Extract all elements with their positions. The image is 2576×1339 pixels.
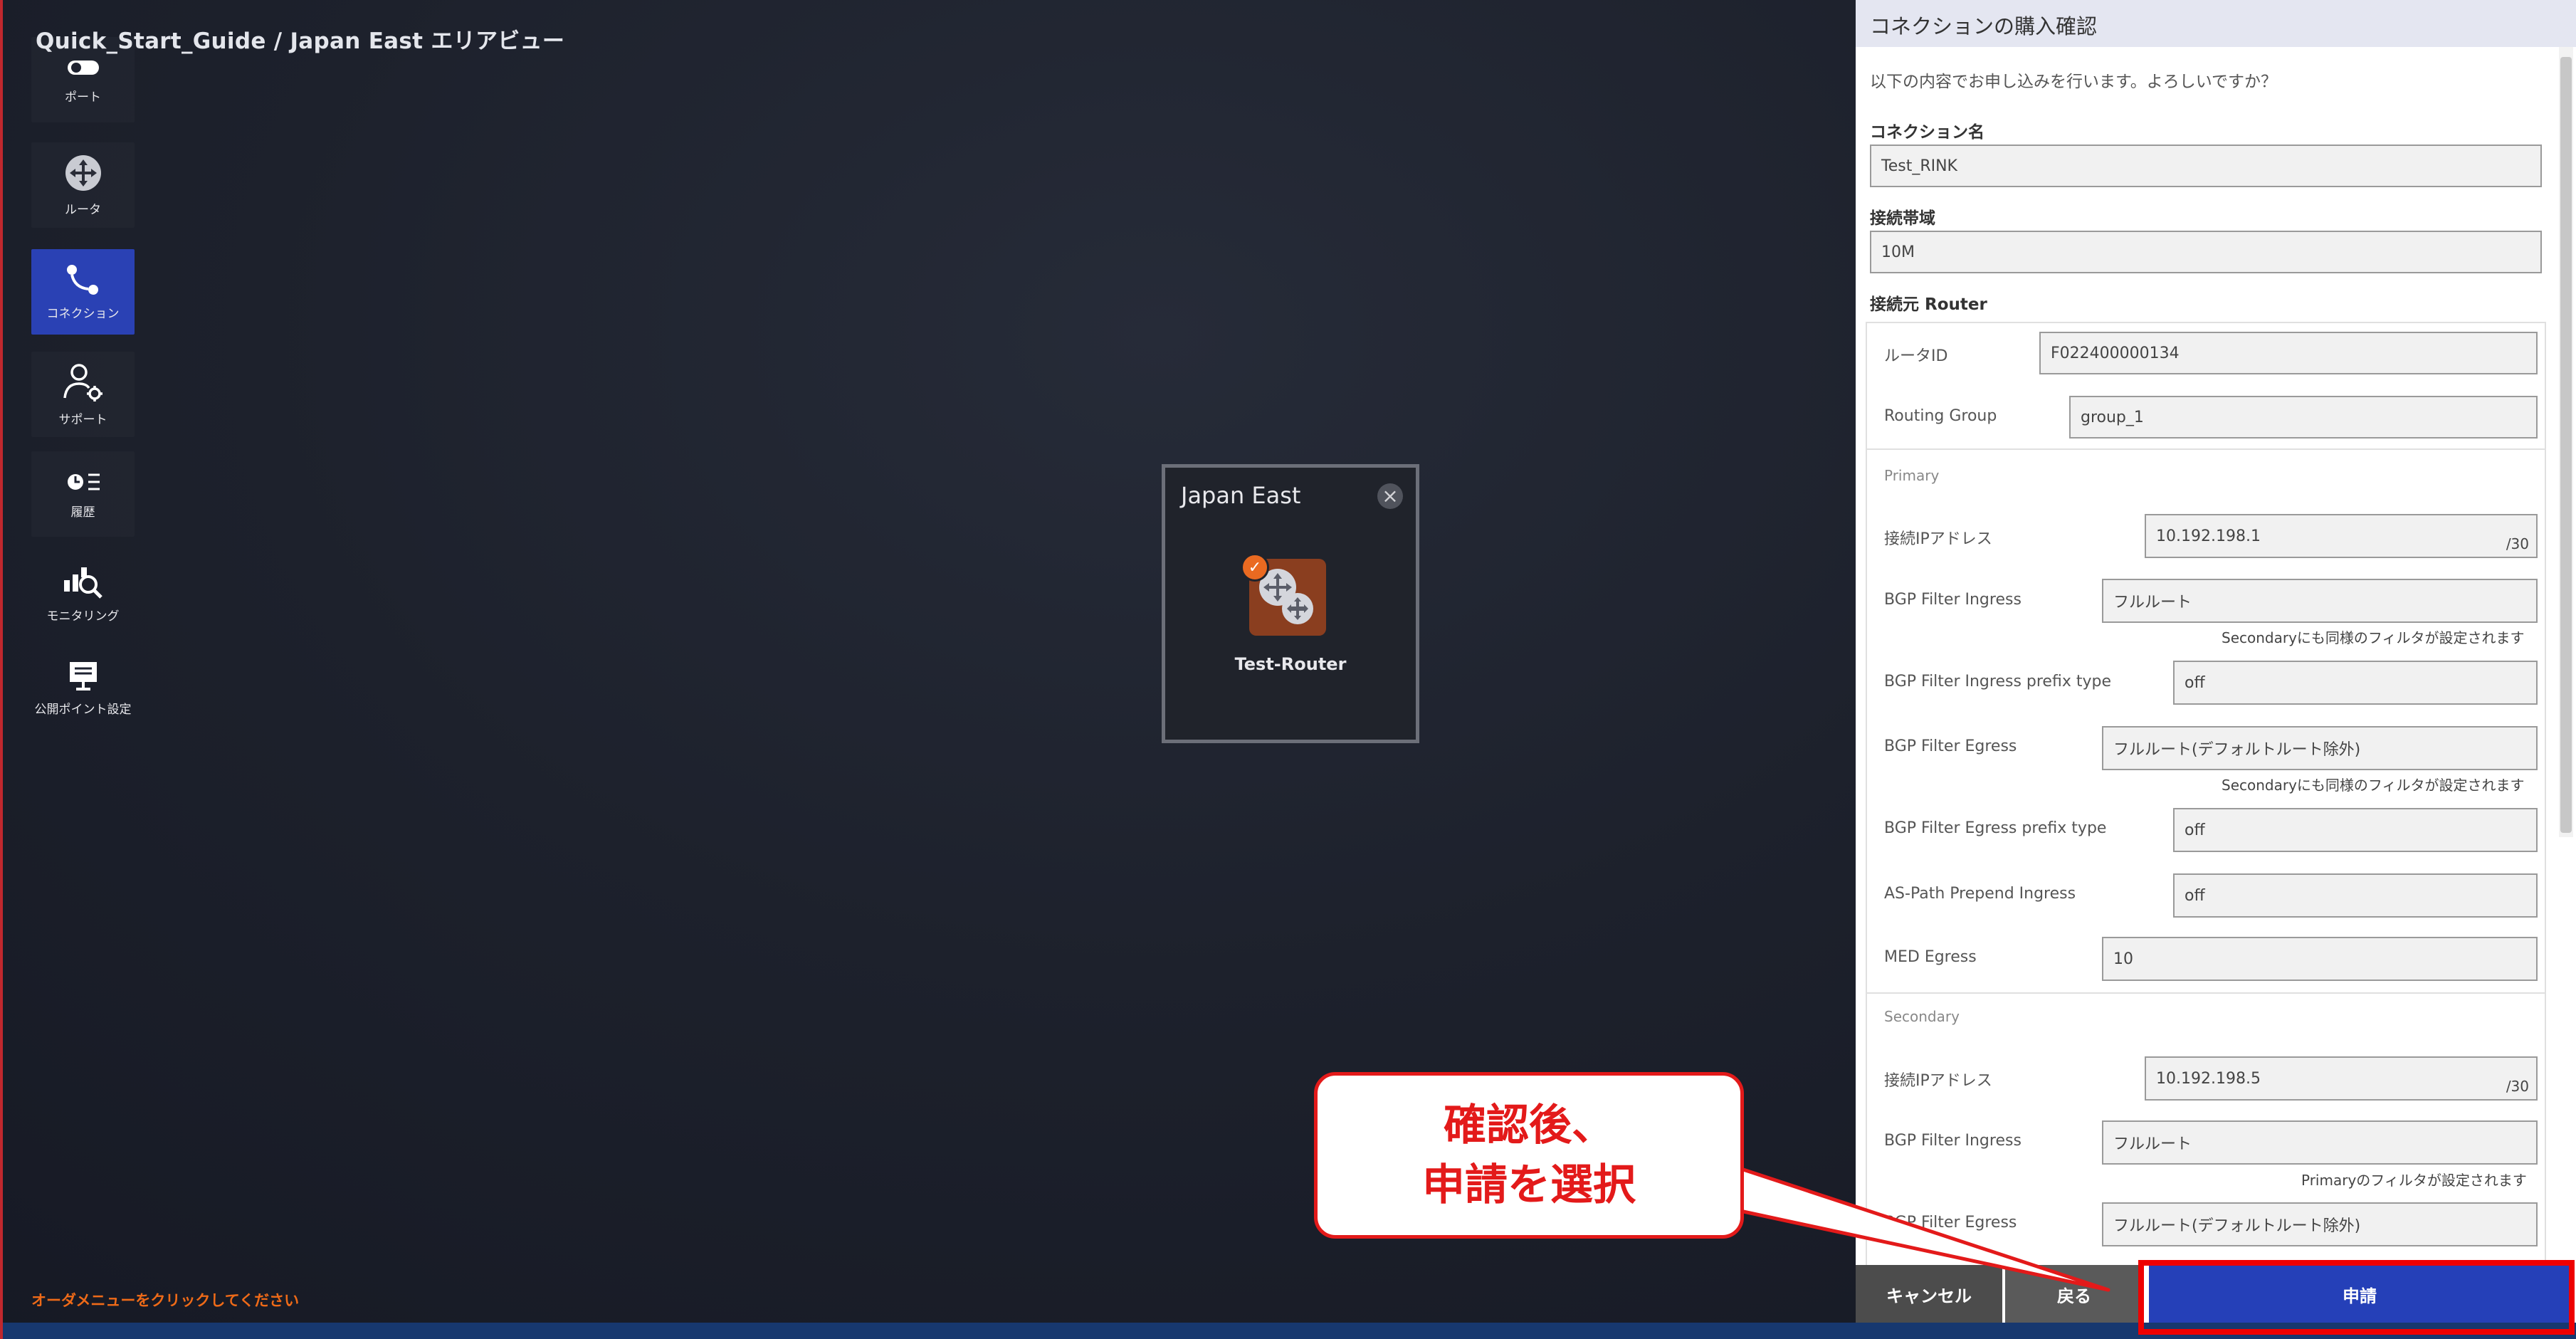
primary-filter-egress-prefix-field[interactable]: off: [2173, 808, 2538, 852]
secondary-filter-egress-label: BGP Filter Egress: [1884, 1214, 2017, 1232]
connection-icon: [65, 263, 102, 296]
router-id-label: ルータID: [1884, 347, 1948, 365]
secondary-ip-label: 接続IPアドレス: [1884, 1072, 1992, 1090]
router-icon: [64, 154, 102, 192]
sidebar-item-label: ポート: [65, 90, 101, 105]
sidebar-item-label: ルータ: [65, 202, 101, 217]
field-value: F022400000134: [2051, 344, 2180, 362]
sidebar-item-monitoring[interactable]: モニタリング: [31, 550, 135, 635]
submit-highlight-box: [2138, 1260, 2575, 1335]
routing-group-field[interactable]: group_1: [2069, 396, 2538, 439]
area-box-japan-east: Japan East × ✓ Test-Router: [1162, 464, 1419, 743]
field-value: 10: [2113, 950, 2133, 968]
app-window: Quick_Start_Guide / Japan East エリアビュー ポー…: [0, 0, 2576, 1339]
secondary-filter-ingress-field[interactable]: フルルート: [2102, 1120, 2538, 1165]
cancel-button[interactable]: キャンセル: [1856, 1265, 2002, 1324]
scrollbar-thumb[interactable]: [2560, 57, 2572, 833]
callout-line-1: 確認後、: [1444, 1101, 1614, 1150]
panel-header: コネクションの購入確認: [1856, 0, 2576, 47]
sidebar-item-label: 履歴: [70, 505, 95, 520]
primary-filter-ingress-prefix-field[interactable]: off: [2173, 661, 2538, 705]
primary-filter-egress-label: BGP Filter Egress: [1884, 737, 2017, 755]
field-value: フルルート: [2113, 1135, 2192, 1153]
secondary-caption: Secondary: [1884, 1008, 1960, 1025]
field-value: フルルート: [2113, 594, 2192, 611]
sidebar-item-support[interactable]: サポート: [31, 352, 135, 437]
close-icon[interactable]: ×: [1377, 483, 1403, 509]
primary-filter-egress-prefix-label: BGP Filter Egress prefix type: [1884, 819, 2107, 837]
field-value: フルルート(デフォルトルート除外): [2113, 1217, 2361, 1235]
sidebar-item-label: サポート: [58, 412, 107, 427]
ip-suffix: /30: [2506, 1078, 2529, 1095]
sidebar-item-connection[interactable]: コネクション: [31, 249, 135, 335]
secondary-ip-field[interactable]: 10.192.198.5/30: [2145, 1056, 2538, 1101]
field-value: 10.192.198.5: [2156, 1069, 2261, 1088]
sidebar-item-port[interactable]: ポート: [31, 37, 135, 122]
router-label: Test-Router: [1234, 654, 1347, 674]
connection-name-label: コネクション名: [1870, 123, 1984, 142]
sidebar-item-label: 公開ポイント設定: [34, 702, 132, 717]
sidebar-item-router[interactable]: ルータ: [31, 142, 135, 228]
primary-filter-ingress-prefix-label: BGP Filter Ingress prefix type: [1884, 673, 2111, 690]
bandwidth-field[interactable]: 10M: [1870, 231, 2542, 273]
callout-line-2: 申請を選択: [1422, 1160, 1636, 1210]
secondary-filter-ingress-note: Primaryのフィルタが設定されます: [2301, 1172, 2527, 1189]
primary-filter-egress-field[interactable]: フルルート(デフォルトルート除外): [2102, 726, 2538, 770]
primary-filter-ingress-label: BGP Filter Ingress: [1884, 591, 2022, 609]
field-value: 10.192.198.1: [2156, 527, 2261, 545]
sidebar-item-label: コネクション: [46, 306, 120, 321]
primary-filter-ingress-field[interactable]: フルルート: [2102, 579, 2538, 623]
confirm-question: 以下の内容でお申し込みを行います。よろしいですか？: [1870, 73, 2278, 91]
routing-group-label: Routing Group: [1884, 407, 1997, 425]
secondary-filter-ingress-label: BGP Filter Ingress: [1884, 1132, 2022, 1150]
field-value: off: [2185, 821, 2205, 839]
ip-suffix: /30: [2506, 535, 2529, 552]
area-title: Japan East: [1181, 482, 1301, 509]
primary-med-field[interactable]: 10: [2102, 937, 2538, 981]
history-icon: [65, 469, 101, 495]
sidebar-item-history[interactable]: 履歴: [31, 451, 135, 537]
check-icon: ✓: [1241, 553, 1269, 582]
purchase-confirm-panel: コネクションの購入確認 以下の内容でお申し込みを行います。よろしいですか？ コネ…: [1856, 0, 2576, 1324]
source-router-label: 接続元 Router: [1870, 295, 1987, 314]
primary-med-label: MED Egress: [1884, 948, 1977, 966]
field-value: group_1: [2081, 408, 2144, 426]
port-icon: [65, 56, 101, 80]
support-icon: [62, 362, 105, 402]
panel-title: コネクションの購入確認: [1870, 14, 2098, 38]
field-value: フルルート(デフォルトルート除外): [2113, 741, 2361, 759]
bandwidth-label: 接続帯域: [1870, 209, 1935, 228]
secondary-filter-egress-field[interactable]: フルルート(デフォルトルート除外): [2102, 1202, 2538, 1246]
order-menu-hint: オーダメニューをクリックしてください: [31, 1292, 300, 1309]
primary-ip-field[interactable]: 10.192.198.1/30: [2145, 514, 2538, 558]
field-value: off: [2185, 886, 2205, 905]
public-point-icon: [67, 659, 100, 692]
divider: [1866, 992, 2546, 994]
primary-filter-ingress-note: Secondaryにも同様のフィルタが設定されます: [2222, 629, 2525, 646]
primary-as-path-label: AS-Path Prepend Ingress: [1884, 885, 2076, 903]
field-value: Test_RINK: [1881, 157, 1957, 175]
field-value: off: [2185, 673, 2205, 692]
primary-caption: Primary: [1884, 467, 1940, 484]
back-button[interactable]: 戻る: [2005, 1265, 2143, 1324]
sidebar-item-public-point[interactable]: 公開ポイント設定: [31, 645, 135, 730]
router-id-field[interactable]: F022400000134: [2039, 332, 2538, 374]
instruction-callout: 確認後、 申請を選択: [1314, 1072, 1744, 1239]
divider: [1866, 448, 2546, 450]
connection-name-field[interactable]: Test_RINK: [1870, 145, 2542, 187]
sidebar-item-label: モニタリング: [46, 609, 120, 624]
primary-ip-label: 接続IPアドレス: [1884, 530, 1992, 548]
field-value: 10M: [1881, 243, 1915, 261]
primary-as-path-field[interactable]: off: [2173, 873, 2538, 918]
monitoring-icon: [63, 562, 104, 599]
primary-filter-egress-note: Secondaryにも同様のフィルタが設定されます: [2222, 777, 2525, 794]
